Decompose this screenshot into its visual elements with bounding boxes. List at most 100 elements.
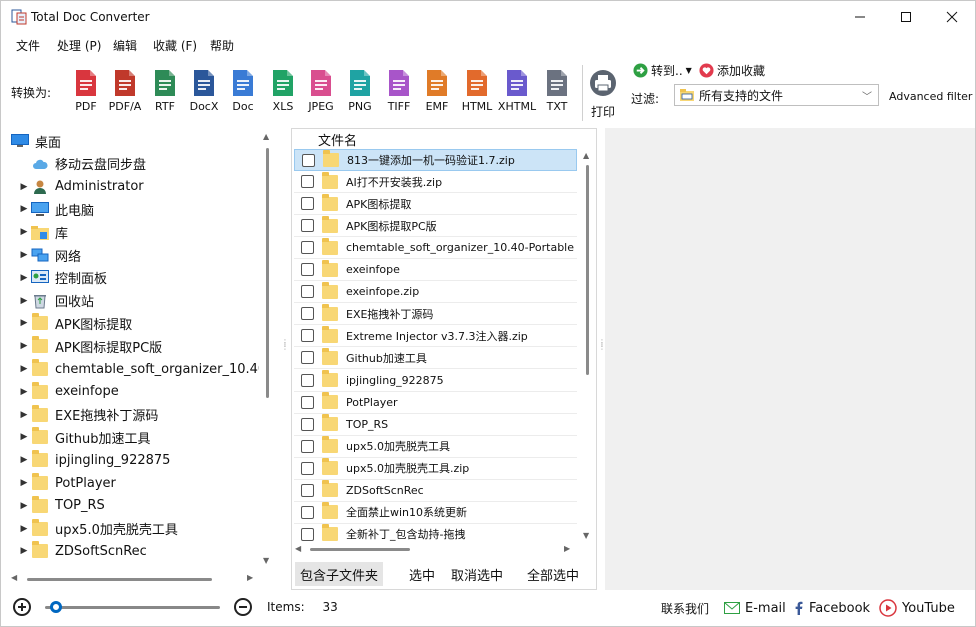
scroll-up-arrow-icon[interactable]: ▲ [263,132,269,141]
file-row[interactable]: upx5.0加壳脱壳工具.zip [294,458,577,480]
scroll-right-arrow-icon[interactable]: ▶ [564,544,570,553]
expand-arrow-icon[interactable]: ▶ [17,273,31,283]
file-checkbox[interactable] [301,417,314,431]
tree-item-17[interactable]: ▶ upx5.0加壳脱壳工具 [17,518,178,540]
expand-arrow-icon[interactable]: ▶ [17,341,31,351]
maximize-button[interactable] [883,1,929,33]
folder-tree[interactable]: 桌面 移动云盘同步盘 ▶ Administrator ▶ 此电脑 ▶ 库 ▶ 网络 ▶ 控制面板 ▶ 回收… [9,128,259,569]
file-row[interactable]: Github加速工具 [294,347,577,370]
file-row[interactable]: APK图标提取 [294,193,577,216]
file-checkbox[interactable] [301,175,314,189]
tree-item-6[interactable]: ▶ 控制面板 [17,267,107,289]
file-list-horizontal-scrollbar[interactable]: ◀ ▶ [292,543,578,557]
column-header-filename[interactable]: 文件名 [292,129,596,149]
right-splitter-handle[interactable]: ⋮ ⋮ [598,339,606,351]
tree-item-13[interactable]: ▶ Github加速工具 [17,426,151,448]
tree-item-2[interactable]: ▶ Administrator [17,176,144,198]
scroll-left-arrow-icon[interactable]: ◀ [295,544,301,553]
file-row[interactable]: upx5.0加壳脱壳工具 [294,436,577,458]
file-checkbox[interactable] [301,351,314,365]
tree-item-15[interactable]: ▶ PotPlayer [17,472,116,494]
tree-horizontal-scrollbar[interactable]: ◀ ▶ [9,571,259,587]
tree-item-8[interactable]: ▶ APK图标提取 [17,312,132,334]
file-checkbox[interactable] [301,439,314,453]
tree-item-18[interactable]: ▶ ZDSoftScnRec [17,540,147,562]
zoom-in-button[interactable] [13,598,31,616]
file-row[interactable]: Extreme Injector v3.7.3注入器.zip [294,325,577,348]
file-list[interactable]: 813一键添加一机一码验证1.7.zip AI打不开安装我.zip APK图标提取 A… [292,149,578,541]
expand-arrow-icon[interactable]: ▶ [17,432,31,442]
file-list-vertical-scrollbar[interactable]: ▲ ▼ [580,149,594,543]
file-row[interactable]: ZDSoftScnRec [294,480,577,502]
select-button[interactable]: 选中 [404,562,440,586]
scroll-up-arrow-icon[interactable]: ▲ [583,151,589,160]
convert-to-pdf-button[interactable]: PDF [66,69,106,119]
zoom-slider-thumb[interactable] [50,601,63,613]
expand-arrow-icon[interactable]: ▶ [17,204,31,214]
advanced-filter-link[interactable]: Advanced filter [889,90,972,103]
expand-arrow-icon[interactable]: ▶ [17,296,31,306]
file-checkbox[interactable] [301,461,314,475]
expand-arrow-icon[interactable]: ▶ [17,546,31,556]
file-checkbox[interactable] [301,263,314,277]
deselect-button[interactable]: 取消选中 [446,562,508,586]
file-checkbox[interactable] [302,153,315,167]
convert-to-emf-button[interactable]: EMF [417,69,457,119]
goto-button[interactable]: 转到.. ▼ [633,61,692,79]
left-splitter-handle[interactable]: ⋮ ⋮ [281,339,289,351]
scroll-left-arrow-icon[interactable]: ◀ [11,573,17,582]
expand-arrow-icon[interactable]: ▶ [17,182,31,192]
file-checkbox[interactable] [301,285,314,299]
minimize-button[interactable] [837,1,883,33]
expand-arrow-icon[interactable]: ▶ [17,364,31,374]
file-checkbox[interactable] [301,241,314,255]
contact-us-link[interactable]: 联系我们 [661,599,709,617]
zoom-slider-track[interactable] [45,606,220,609]
convert-to-html-button[interactable]: HTML [457,69,497,119]
youtube-link[interactable]: YouTube [879,599,955,617]
file-checkbox[interactable] [301,527,314,541]
tree-vertical-scrollbar[interactable]: ▲ ▼ [261,130,273,570]
tree-item-12[interactable]: ▶ EXE拖拽补丁源码 [17,404,158,426]
file-row[interactable]: APK图标提取PC版 [294,215,577,238]
expand-arrow-icon[interactable]: ▶ [17,501,31,511]
file-checkbox[interactable] [301,483,314,497]
expand-arrow-icon[interactable]: ▶ [17,410,31,420]
file-row[interactable]: ipjingling_922875 [294,370,577,392]
facebook-link[interactable]: Facebook [794,599,870,617]
file-checkbox[interactable] [301,197,314,211]
file-row[interactable]: exeinfope.zip [294,281,577,304]
tree-item-7[interactable]: ▶ 回收站 [17,290,94,312]
convert-to-png-button[interactable]: PNG [340,69,380,119]
tree-item-14[interactable]: ▶ ipjingling_922875 [17,449,170,471]
convert-to-jpeg-button[interactable]: JPEG [301,69,341,119]
convert-to-xls-button[interactable]: XLS [263,69,303,119]
tree-item-16[interactable]: ▶ TOP_RS [17,495,105,517]
file-row[interactable]: 全新补丁_包含劫持-拖拽 [294,524,577,541]
scroll-down-arrow-icon[interactable]: ▼ [263,556,269,565]
file-row[interactable]: TOP_RS [294,414,577,436]
file-row[interactable]: 全面禁止win10系统更新 [294,502,577,524]
scroll-thumb[interactable] [27,578,212,581]
convert-to-pdf-a-button[interactable]: PDF/A [105,69,145,119]
convert-to-xhtml-button[interactable]: XHTML [497,69,537,119]
filter-select[interactable]: 所有支持的文件 ﹀ [674,84,879,106]
convert-to-rtf-button[interactable]: RTF [145,69,185,119]
scroll-down-arrow-icon[interactable]: ▼ [583,531,589,540]
convert-to-tiff-button[interactable]: TIFF [379,69,419,119]
scroll-right-arrow-icon[interactable]: ▶ [247,573,253,582]
tree-item-10[interactable]: ▶ chemtable_soft_organizer_10.40-Po [17,358,259,380]
close-button[interactable] [929,1,975,33]
tree-item-11[interactable]: ▶ exeinfope [17,381,119,403]
file-checkbox[interactable] [301,373,314,387]
zoom-out-button[interactable] [234,598,252,616]
file-checkbox[interactable] [301,395,314,409]
email-link[interactable]: E-mail [724,599,786,617]
tree-item-4[interactable]: ▶ 库 [17,221,68,243]
file-row[interactable]: exeinfope [294,259,577,282]
file-checkbox[interactable] [301,329,314,343]
file-row[interactable]: EXE拖拽补丁源码 [294,303,577,326]
title-bar[interactable]: Total Doc Converter [1,1,975,33]
tree-item-3[interactable]: ▶ 此电脑 [17,198,94,220]
menu-favorites[interactable]: 收藏 (F) [153,37,197,54]
